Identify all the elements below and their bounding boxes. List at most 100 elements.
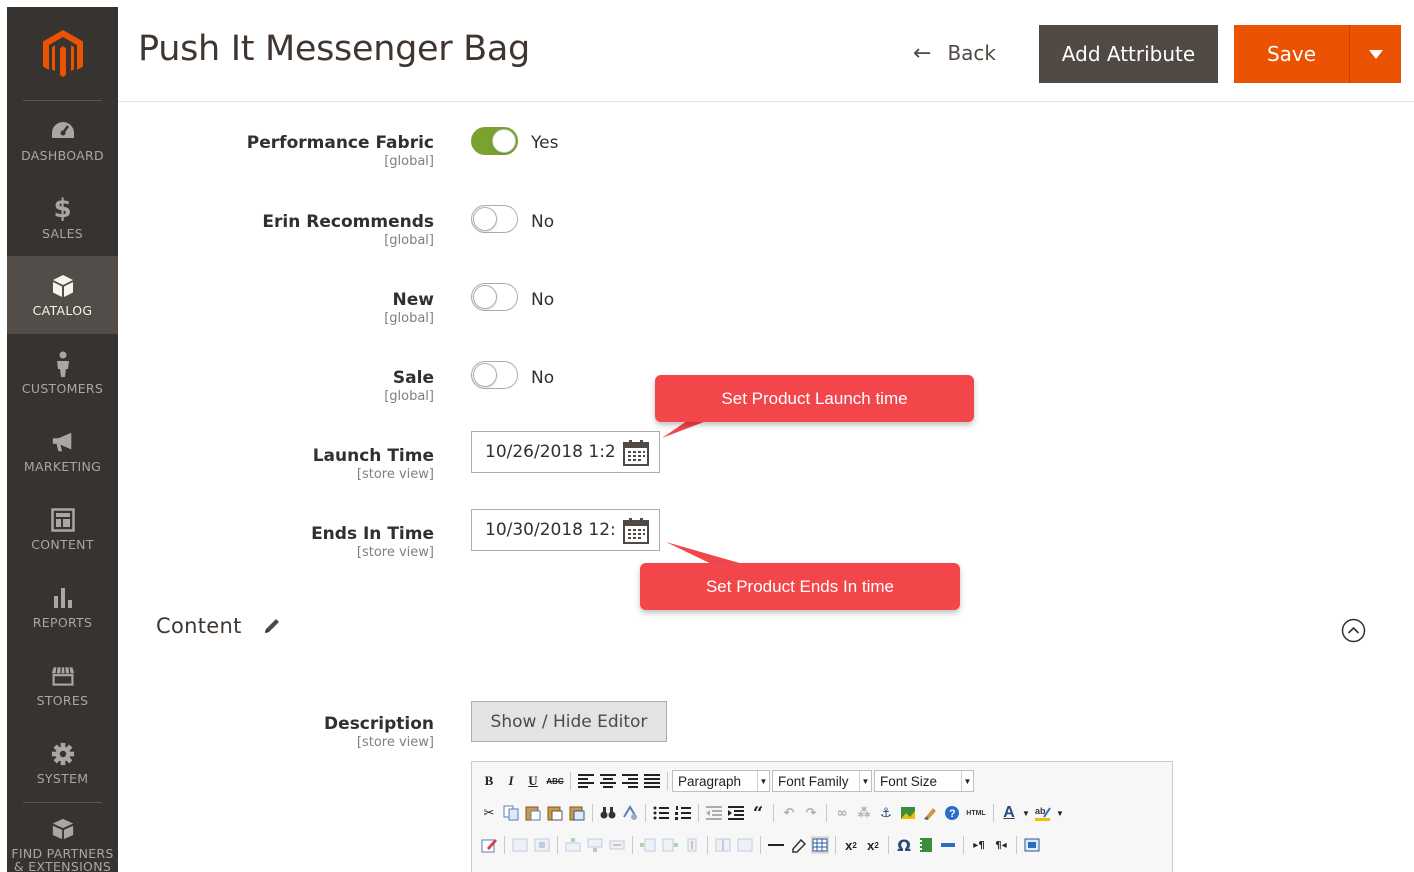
ltr-icon[interactable]: ▸¶ bbox=[970, 836, 988, 854]
insert-col-before-icon[interactable] bbox=[639, 836, 657, 854]
indent-icon[interactable] bbox=[727, 804, 745, 822]
sidebar-item-marketing[interactable]: MARKETING bbox=[7, 412, 118, 490]
italic-icon[interactable]: I bbox=[502, 772, 520, 790]
anchor-icon[interactable]: ⚓ bbox=[877, 804, 895, 822]
find-icon[interactable] bbox=[599, 804, 617, 822]
launch-time-input[interactable]: 10/26/2018 1:29 bbox=[471, 431, 660, 473]
paste-text-icon[interactable] bbox=[546, 804, 564, 822]
sidebar-item-dashboard[interactable]: DASHBOARD bbox=[7, 101, 118, 179]
performance-fabric-toggle[interactable] bbox=[471, 127, 518, 155]
insert-col-after-icon[interactable] bbox=[661, 836, 679, 854]
dashboard-icon bbox=[51, 119, 75, 143]
toggle-knob bbox=[473, 207, 497, 231]
help-icon[interactable]: ? bbox=[943, 804, 961, 822]
hr-block-icon[interactable] bbox=[939, 836, 957, 854]
table-row-props-icon[interactable] bbox=[511, 836, 529, 854]
field-label: Ends In Time bbox=[311, 524, 434, 544]
bold-icon[interactable]: B bbox=[480, 772, 498, 790]
toolbar-separator bbox=[888, 836, 889, 854]
pencil-icon[interactable] bbox=[262, 616, 282, 636]
save-options-toggle[interactable] bbox=[1349, 25, 1401, 83]
special-character-icon[interactable]: Ω bbox=[895, 836, 913, 855]
caret-down-icon[interactable]: ▼ bbox=[1022, 804, 1030, 822]
cleanup-icon[interactable] bbox=[921, 804, 939, 822]
font-size-select[interactable]: Font Size ▼ bbox=[874, 770, 974, 792]
sidebar-item-label: FIND PARTNERS & EXTENSIONS bbox=[11, 846, 114, 872]
sidebar-item-label: CONTENT bbox=[31, 536, 94, 552]
align-left-icon[interactable] bbox=[577, 772, 595, 790]
eraser-icon[interactable] bbox=[789, 836, 807, 854]
undo-icon[interactable]: ↶ bbox=[780, 804, 798, 822]
media-icon[interactable] bbox=[917, 836, 935, 854]
save-button[interactable]: Save bbox=[1234, 25, 1349, 83]
sidebar-item-content[interactable]: CONTENT bbox=[7, 490, 118, 568]
field-label: Launch Time bbox=[312, 446, 434, 466]
sidebar-item-sales[interactable]: $ SALES bbox=[7, 179, 118, 257]
text-color-icon[interactable]: A bbox=[1000, 804, 1018, 822]
sidebar-item-system[interactable]: SYSTEM bbox=[7, 724, 118, 802]
add-attribute-button[interactable]: Add Attribute bbox=[1039, 25, 1218, 83]
back-button[interactable]: ← Back bbox=[913, 37, 996, 69]
sidebar-item-label: SALES bbox=[41, 225, 83, 241]
paste-word-icon[interactable] bbox=[568, 804, 586, 822]
delete-row-icon[interactable] bbox=[608, 836, 626, 854]
unlink-icon[interactable]: ⁂ bbox=[855, 804, 873, 822]
link-icon[interactable]: ∞ bbox=[833, 804, 851, 822]
ends-in-time-label-group: Ends In Time [store view] bbox=[311, 524, 434, 560]
cut-icon[interactable]: ✂ bbox=[480, 804, 498, 822]
align-center-icon[interactable] bbox=[599, 772, 617, 790]
sidebar-item-catalog[interactable]: CATALOG bbox=[7, 256, 118, 334]
sidebar-item-label: DASHBOARD bbox=[21, 147, 104, 163]
numbered-list-icon[interactable] bbox=[674, 804, 692, 822]
outdent-icon[interactable] bbox=[705, 804, 723, 822]
split-cells-icon[interactable] bbox=[714, 836, 732, 854]
merge-cells-icon[interactable] bbox=[736, 836, 754, 854]
edit-style-icon[interactable] bbox=[480, 836, 498, 854]
format-select[interactable]: Paragraph ▼ bbox=[672, 770, 770, 792]
table-icon[interactable] bbox=[811, 836, 829, 854]
ends-in-time-callout: Set Product Ends In time bbox=[640, 563, 960, 610]
subscript-icon[interactable]: x2 bbox=[842, 836, 860, 854]
bullet-list-icon[interactable] bbox=[652, 804, 670, 822]
new-toggle[interactable] bbox=[471, 283, 518, 311]
image-icon[interactable] bbox=[899, 804, 917, 822]
font-family-select[interactable]: Font Family ▼ bbox=[772, 770, 872, 792]
strikethrough-icon[interactable]: ABC bbox=[546, 772, 564, 790]
copy-icon[interactable] bbox=[502, 804, 520, 822]
fullscreen-icon[interactable] bbox=[1023, 836, 1041, 854]
insert-row-before-icon[interactable] bbox=[564, 836, 582, 854]
toolbar-separator bbox=[773, 804, 774, 822]
sidebar-item-find-partners[interactable]: FIND PARTNERS & EXTENSIONS bbox=[7, 807, 118, 872]
html-source-icon[interactable]: HTML bbox=[965, 804, 987, 822]
content-section-title[interactable]: Content bbox=[156, 614, 242, 638]
sidebar-item-stores[interactable]: STORES bbox=[7, 646, 118, 724]
horizontal-rule-icon[interactable] bbox=[767, 836, 785, 854]
superscript-icon[interactable]: x2 bbox=[864, 836, 882, 854]
insert-row-after-icon[interactable] bbox=[586, 836, 604, 854]
calendar-icon[interactable] bbox=[623, 440, 649, 466]
magento-logo[interactable] bbox=[7, 7, 118, 101]
chevron-up-circle-icon[interactable] bbox=[1341, 618, 1366, 643]
sidebar-item-reports[interactable]: REPORTS bbox=[7, 568, 118, 646]
rtl-icon[interactable]: ¶◂ bbox=[992, 836, 1010, 854]
underline-icon[interactable]: U bbox=[524, 772, 542, 790]
paste-icon[interactable] bbox=[524, 804, 542, 822]
storefront-icon bbox=[51, 664, 75, 688]
sale-toggle[interactable] bbox=[471, 361, 518, 389]
ends-in-time-input[interactable]: 10/30/2018 12:12 bbox=[471, 509, 660, 551]
replace-icon[interactable] bbox=[621, 804, 639, 822]
table-cell-props-icon[interactable] bbox=[533, 836, 551, 854]
show-hide-editor-button[interactable]: Show / Hide Editor bbox=[471, 701, 667, 742]
redo-icon[interactable]: ↷ bbox=[802, 804, 820, 822]
sidebar-item-customers[interactable]: CUSTOMERS bbox=[7, 334, 118, 412]
erin-recommends-toggle[interactable] bbox=[471, 205, 518, 233]
delete-col-icon[interactable] bbox=[683, 836, 701, 854]
blockquote-icon[interactable]: “ bbox=[749, 803, 767, 824]
sidebar-divider bbox=[23, 802, 102, 803]
align-justify-icon[interactable] bbox=[643, 772, 661, 790]
toolbar-row-3: x2 x2 Ω ▸¶ ¶◂ bbox=[478, 832, 1043, 858]
highlight-color-icon[interactable]: ab bbox=[1034, 804, 1052, 822]
caret-down-icon[interactable]: ▼ bbox=[1056, 804, 1064, 822]
align-right-icon[interactable] bbox=[621, 772, 639, 790]
calendar-icon[interactable] bbox=[623, 518, 649, 544]
